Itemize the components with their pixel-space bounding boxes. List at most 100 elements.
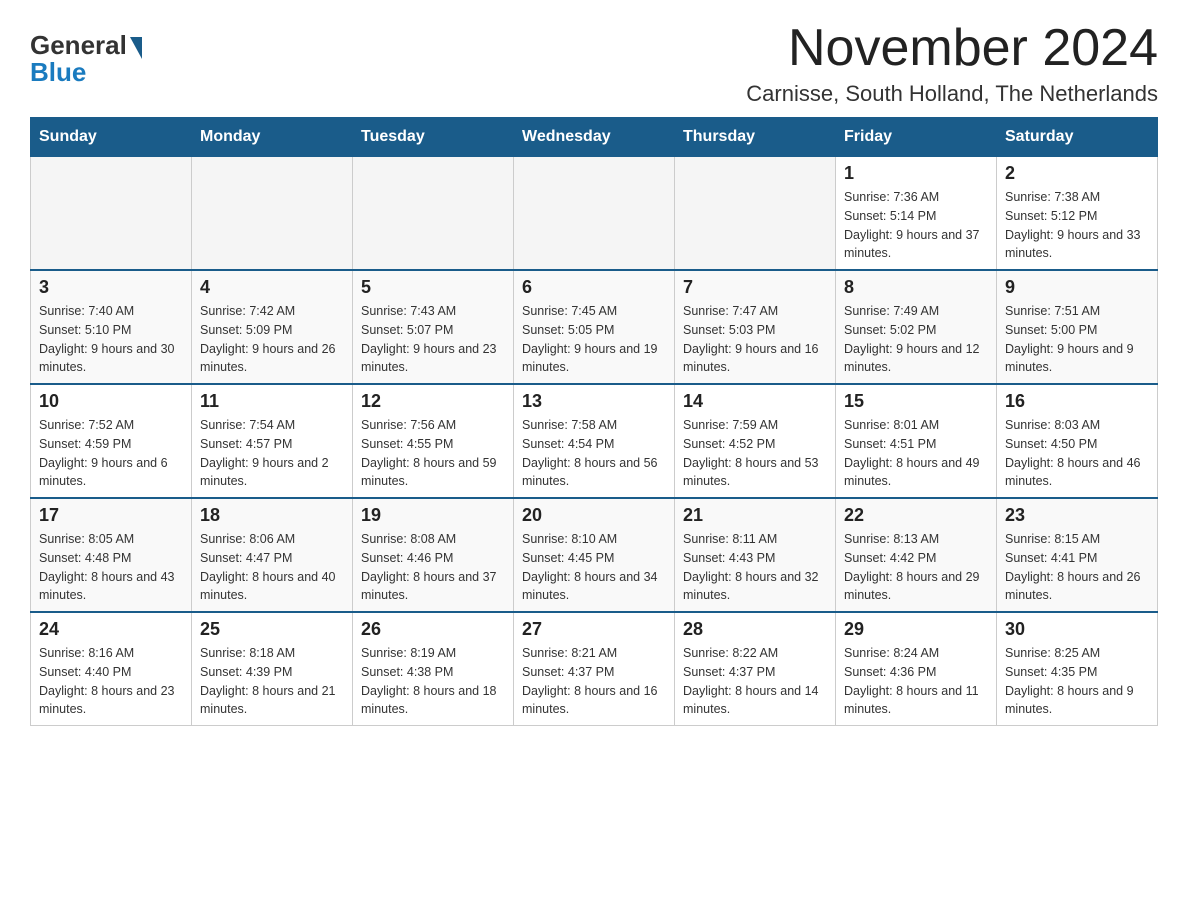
day-number: 24 <box>39 619 183 640</box>
day-number: 16 <box>1005 391 1149 412</box>
day-number: 4 <box>200 277 344 298</box>
calendar-cell: 24 Sunrise: 8:16 AM Sunset: 4:40 PM Dayli… <box>31 612 192 726</box>
calendar-cell: 3Sunrise: 7:40 AM Sunset: 5:10 PM Daylig… <box>31 270 192 384</box>
logo-triangle-icon <box>130 37 142 59</box>
calendar-cell: 14 Sunrise: 7:59 AM Sunset: 4:52 PM Dayli… <box>675 384 836 498</box>
calendar-cell: 18 Sunrise: 8:06 AM Sunset: 4:47 PM Dayli… <box>192 498 353 612</box>
day-info: Sunrise: 7:36 AM Sunset: 5:14 PM Dayligh… <box>844 188 988 263</box>
day-number: 6 <box>522 277 666 298</box>
day-info: Sunrise: 7:59 AM Sunset: 4:52 PM Dayligh… <box>683 416 827 491</box>
calendar-cell: 12Sunrise: 7:56 AM Sunset: 4:55 PM Dayli… <box>353 384 514 498</box>
calendar-header-thursday: Thursday <box>675 118 836 157</box>
day-number: 20 <box>522 505 666 526</box>
calendar-cell: 5 Sunrise: 7:43 AM Sunset: 5:07 PM Daylig… <box>353 270 514 384</box>
calendar-cell: 21 Sunrise: 8:11 AM Sunset: 4:43 PM Dayli… <box>675 498 836 612</box>
day-number: 9 <box>1005 277 1149 298</box>
calendar-cell: 16 Sunrise: 8:03 AM Sunset: 4:50 PM Dayli… <box>997 384 1158 498</box>
calendar-cell: 7Sunrise: 7:47 AM Sunset: 5:03 PM Daylig… <box>675 270 836 384</box>
calendar-cell <box>675 157 836 271</box>
day-number: 7 <box>683 277 827 298</box>
calendar-cell: 25Sunrise: 8:18 AM Sunset: 4:39 PM Dayli… <box>192 612 353 726</box>
calendar-table: SundayMondayTuesdayWednesdayThursdayFrid… <box>30 117 1158 726</box>
calendar-week-row: 1Sunrise: 7:36 AM Sunset: 5:14 PM Daylig… <box>31 157 1158 271</box>
day-number: 26 <box>361 619 505 640</box>
day-info: Sunrise: 8:11 AM Sunset: 4:43 PM Dayligh… <box>683 530 827 605</box>
day-number: 18 <box>200 505 344 526</box>
calendar-cell: 10 Sunrise: 7:52 AM Sunset: 4:59 PM Dayli… <box>31 384 192 498</box>
calendar-cell: 11 Sunrise: 7:54 AM Sunset: 4:57 PM Dayli… <box>192 384 353 498</box>
day-number: 30 <box>1005 619 1149 640</box>
day-info: Sunrise: 7:51 AM Sunset: 5:00 PM Dayligh… <box>1005 302 1149 377</box>
calendar-cell: 1Sunrise: 7:36 AM Sunset: 5:14 PM Daylig… <box>836 157 997 271</box>
calendar-cell: 29Sunrise: 8:24 AM Sunset: 4:36 PM Dayli… <box>836 612 997 726</box>
calendar-cell: 6 Sunrise: 7:45 AM Sunset: 5:05 PM Daylig… <box>514 270 675 384</box>
day-info: Sunrise: 7:58 AM Sunset: 4:54 PM Dayligh… <box>522 416 666 491</box>
calendar-cell: 19 Sunrise: 8:08 AM Sunset: 4:46 PM Dayli… <box>353 498 514 612</box>
day-info: Sunrise: 8:22 AM Sunset: 4:37 PM Dayligh… <box>683 644 827 719</box>
day-info: Sunrise: 7:49 AM Sunset: 5:02 PM Dayligh… <box>844 302 988 377</box>
day-info: Sunrise: 8:15 AM Sunset: 4:41 PM Dayligh… <box>1005 530 1149 605</box>
calendar-cell <box>31 157 192 271</box>
day-number: 17 <box>39 505 183 526</box>
day-number: 15 <box>844 391 988 412</box>
calendar-header-tuesday: Tuesday <box>353 118 514 157</box>
calendar-cell: 15 Sunrise: 8:01 AM Sunset: 4:51 PM Dayli… <box>836 384 997 498</box>
calendar-cell: 27 Sunrise: 8:21 AM Sunset: 4:37 PM Dayli… <box>514 612 675 726</box>
calendar-header-sunday: Sunday <box>31 118 192 157</box>
day-number: 19 <box>361 505 505 526</box>
location-subtitle: Carnisse, South Holland, The Netherlands <box>746 81 1158 107</box>
day-number: 8 <box>844 277 988 298</box>
calendar-cell: 30 Sunrise: 8:25 AM Sunset: 4:35 PM Dayli… <box>997 612 1158 726</box>
day-info: Sunrise: 7:40 AM Sunset: 5:10 PM Dayligh… <box>39 302 183 377</box>
calendar-cell: 26 Sunrise: 8:19 AM Sunset: 4:38 PM Dayli… <box>353 612 514 726</box>
day-number: 11 <box>200 391 344 412</box>
calendar-cell: 13Sunrise: 7:58 AM Sunset: 4:54 PM Dayli… <box>514 384 675 498</box>
calendar-cell: 23 Sunrise: 8:15 AM Sunset: 4:41 PM Dayli… <box>997 498 1158 612</box>
day-info: Sunrise: 7:52 AM Sunset: 4:59 PM Dayligh… <box>39 416 183 491</box>
logo: General Blue <box>30 30 142 88</box>
calendar-week-row: 10 Sunrise: 7:52 AM Sunset: 4:59 PM Dayli… <box>31 384 1158 498</box>
calendar-week-row: 3Sunrise: 7:40 AM Sunset: 5:10 PM Daylig… <box>31 270 1158 384</box>
day-info: Sunrise: 7:45 AM Sunset: 5:05 PM Dayligh… <box>522 302 666 377</box>
calendar-cell: 2Sunrise: 7:38 AM Sunset: 5:12 PM Daylig… <box>997 157 1158 271</box>
day-info: Sunrise: 7:43 AM Sunset: 5:07 PM Dayligh… <box>361 302 505 377</box>
calendar-cell <box>514 157 675 271</box>
day-info: Sunrise: 8:01 AM Sunset: 4:51 PM Dayligh… <box>844 416 988 491</box>
page-header: General Blue November 2024 Carnisse, Sou… <box>30 20 1158 107</box>
day-info: Sunrise: 8:08 AM Sunset: 4:46 PM Dayligh… <box>361 530 505 605</box>
calendar-cell <box>353 157 514 271</box>
day-info: Sunrise: 8:25 AM Sunset: 4:35 PM Dayligh… <box>1005 644 1149 719</box>
day-info: Sunrise: 8:13 AM Sunset: 4:42 PM Dayligh… <box>844 530 988 605</box>
calendar-header-row: SundayMondayTuesdayWednesdayThursdayFrid… <box>31 118 1158 157</box>
calendar-cell: 4Sunrise: 7:42 AM Sunset: 5:09 PM Daylig… <box>192 270 353 384</box>
calendar-header-saturday: Saturday <box>997 118 1158 157</box>
day-info: Sunrise: 7:54 AM Sunset: 4:57 PM Dayligh… <box>200 416 344 491</box>
day-number: 27 <box>522 619 666 640</box>
calendar-header-friday: Friday <box>836 118 997 157</box>
calendar-cell: 8 Sunrise: 7:49 AM Sunset: 5:02 PM Daylig… <box>836 270 997 384</box>
day-number: 21 <box>683 505 827 526</box>
day-info: Sunrise: 8:10 AM Sunset: 4:45 PM Dayligh… <box>522 530 666 605</box>
day-info: Sunrise: 8:06 AM Sunset: 4:47 PM Dayligh… <box>200 530 344 605</box>
day-info: Sunrise: 8:21 AM Sunset: 4:37 PM Dayligh… <box>522 644 666 719</box>
day-number: 2 <box>1005 163 1149 184</box>
day-info: Sunrise: 8:19 AM Sunset: 4:38 PM Dayligh… <box>361 644 505 719</box>
logo-blue-text: Blue <box>30 57 86 88</box>
title-area: November 2024 Carnisse, South Holland, T… <box>746 20 1158 107</box>
day-info: Sunrise: 8:03 AM Sunset: 4:50 PM Dayligh… <box>1005 416 1149 491</box>
day-number: 12 <box>361 391 505 412</box>
day-number: 5 <box>361 277 505 298</box>
day-number: 28 <box>683 619 827 640</box>
calendar-week-row: 24 Sunrise: 8:16 AM Sunset: 4:40 PM Dayli… <box>31 612 1158 726</box>
day-number: 25 <box>200 619 344 640</box>
day-number: 23 <box>1005 505 1149 526</box>
calendar-week-row: 17Sunrise: 8:05 AM Sunset: 4:48 PM Dayli… <box>31 498 1158 612</box>
day-info: Sunrise: 8:16 AM Sunset: 4:40 PM Dayligh… <box>39 644 183 719</box>
day-info: Sunrise: 8:24 AM Sunset: 4:36 PM Dayligh… <box>844 644 988 719</box>
day-number: 10 <box>39 391 183 412</box>
day-number: 22 <box>844 505 988 526</box>
calendar-cell: 22 Sunrise: 8:13 AM Sunset: 4:42 PM Dayli… <box>836 498 997 612</box>
calendar-header-monday: Monday <box>192 118 353 157</box>
calendar-cell: 20 Sunrise: 8:10 AM Sunset: 4:45 PM Dayli… <box>514 498 675 612</box>
day-number: 14 <box>683 391 827 412</box>
